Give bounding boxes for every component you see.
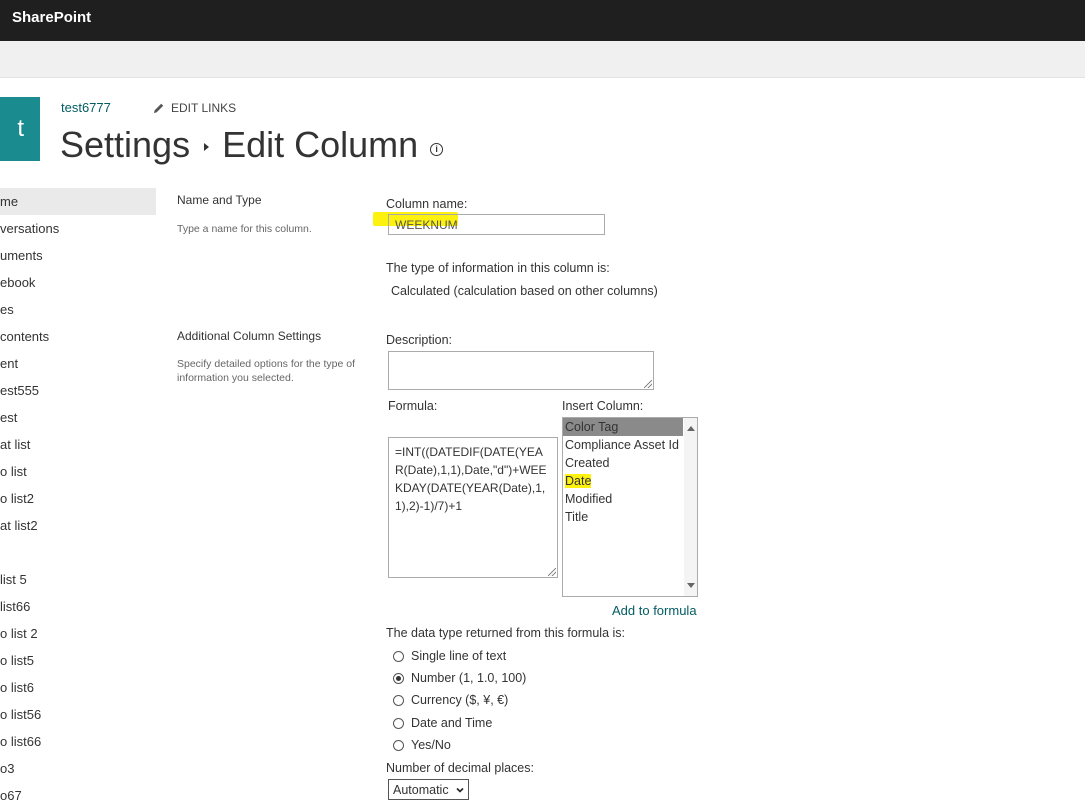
nav-item[interactable]: list 5 [0, 566, 156, 593]
page-title: Settings Edit Column i [60, 124, 444, 166]
left-navigation: me versations uments ebook es contents ent est5… [0, 188, 156, 809]
nav-item[interactable]: o list66 [0, 728, 156, 755]
return-type-option[interactable]: Yes/No [393, 738, 451, 752]
name-type-section-title: Name and Type [177, 193, 262, 207]
formula-text: =INT((DATEDIF(DATE(YEAR(Date),1,1),Date,… [395, 445, 547, 513]
insert-column-option[interactable]: Title [563, 508, 683, 526]
decimal-places-value: Automatic [393, 782, 449, 797]
nav-item[interactable]: o3 [0, 755, 156, 782]
suite-bar: SharePoint [0, 0, 1085, 41]
nav-item[interactable]: at list [0, 431, 156, 458]
return-type-option[interactable]: Number (1, 1.0, 100) [393, 671, 526, 685]
ribbon-bar [0, 41, 1085, 78]
type-info-value: Calculated (calculation based on other c… [391, 284, 658, 298]
decimal-places-select[interactable]: Automatic [388, 779, 469, 800]
nav-item[interactable]: o67 [0, 782, 156, 809]
nav-item[interactable]: ent [0, 350, 156, 377]
return-type-label-text: Number (1, 1.0, 100) [411, 671, 527, 685]
insert-column-option[interactable]: Created [563, 454, 683, 472]
insert-column-listbox[interactable]: Color Tag Compliance Asset Id Created Date M… [562, 417, 698, 597]
decimal-places-label: Number of decimal places: [386, 761, 534, 775]
nav-item[interactable]: me [0, 188, 156, 215]
formula-textarea[interactable]: =INT((DATEDIF(DATE(YEAR(Date),1,1),Date,… [388, 437, 558, 578]
description-label: Description: [386, 333, 452, 347]
nav-item[interactable]: est [0, 404, 156, 431]
formula-label: Formula: [388, 399, 438, 413]
return-type-label-text: Yes/No [411, 738, 451, 752]
nav-gap [0, 539, 156, 566]
breadcrumb-arrow-icon [204, 143, 210, 151]
add-to-formula-button[interactable]: Add to formula [612, 603, 697, 618]
insert-column-option[interactable]: Compliance Asset Id [563, 436, 683, 454]
nav-item[interactable]: est555 [0, 377, 156, 404]
return-type-option[interactable]: Currency ($, ¥, €) [393, 693, 508, 707]
insert-column-option-label: Date [565, 474, 592, 488]
return-type-label-text: Currency ($, ¥, €) [411, 693, 509, 707]
radio-button[interactable] [393, 717, 404, 729]
scroll-up-icon[interactable] [687, 426, 695, 431]
resize-grip-icon[interactable] [644, 380, 652, 388]
type-info-label: The type of information in this column i… [386, 261, 610, 275]
nav-item[interactable]: ebook [0, 269, 156, 296]
nav-item[interactable]: at list2 [0, 512, 156, 539]
scroll-down-icon[interactable] [687, 583, 695, 588]
return-type-label-text: Single line of text [411, 649, 507, 663]
additional-section-title: Additional Column Settings [177, 329, 322, 343]
edit-links-button[interactable]: EDIT LINKS [153, 101, 236, 115]
nav-item[interactable]: o list [0, 458, 156, 485]
chevron-down-icon [456, 787, 464, 793]
listbox-scrollbar[interactable] [684, 418, 697, 596]
nav-item[interactable]: list66 [0, 593, 156, 620]
nav-item[interactable]: o list6 [0, 674, 156, 701]
radio-button[interactable] [393, 672, 404, 684]
insert-column-option[interactable]: Date [563, 472, 683, 490]
nav-item[interactable]: es [0, 296, 156, 323]
nav-item[interactable]: o list5 [0, 647, 156, 674]
nav-item[interactable]: o list 2 [0, 620, 156, 647]
name-type-section-desc: Type a name for this column. [177, 223, 312, 235]
site-logo[interactable]: t [0, 97, 40, 161]
column-name-label: Column name: [386, 197, 468, 211]
edit-links-label: EDIT LINKS [171, 101, 237, 115]
insert-column-option[interactable]: Color Tag [563, 418, 683, 436]
resize-grip-icon[interactable] [548, 568, 556, 576]
radio-button[interactable] [393, 650, 404, 662]
site-name-link[interactable]: test6777 [61, 100, 111, 115]
nav-item[interactable]: o list56 [0, 701, 156, 728]
return-type-option[interactable]: Single line of text [393, 649, 506, 663]
insert-column-label: Insert Column: [562, 399, 644, 413]
return-type-option[interactable]: Date and Time [393, 716, 492, 730]
column-name-input[interactable] [388, 214, 605, 235]
nav-item[interactable]: contents [0, 323, 156, 350]
info-icon[interactable]: i [430, 142, 444, 156]
nav-item[interactable]: o list2 [0, 485, 156, 512]
breadcrumb-edit-column: Edit Column [222, 124, 419, 165]
insert-column-option[interactable]: Modified [563, 490, 683, 508]
breadcrumb-settings[interactable]: Settings [60, 124, 190, 166]
nav-item[interactable]: versations [0, 215, 156, 242]
site-logo-letter: t [17, 115, 24, 142]
nav-item[interactable]: uments [0, 242, 156, 269]
return-type-label-text: Date and Time [411, 716, 493, 730]
description-textarea[interactable] [388, 351, 654, 390]
sharepoint-brand[interactable]: SharePoint [12, 9, 91, 26]
return-type-label: The data type returned from this formula… [386, 626, 625, 640]
radio-button[interactable] [393, 739, 404, 751]
additional-section-desc: Specify detailed options for the type of… [177, 358, 356, 384]
pencil-icon [154, 103, 164, 113]
radio-button[interactable] [393, 694, 404, 706]
